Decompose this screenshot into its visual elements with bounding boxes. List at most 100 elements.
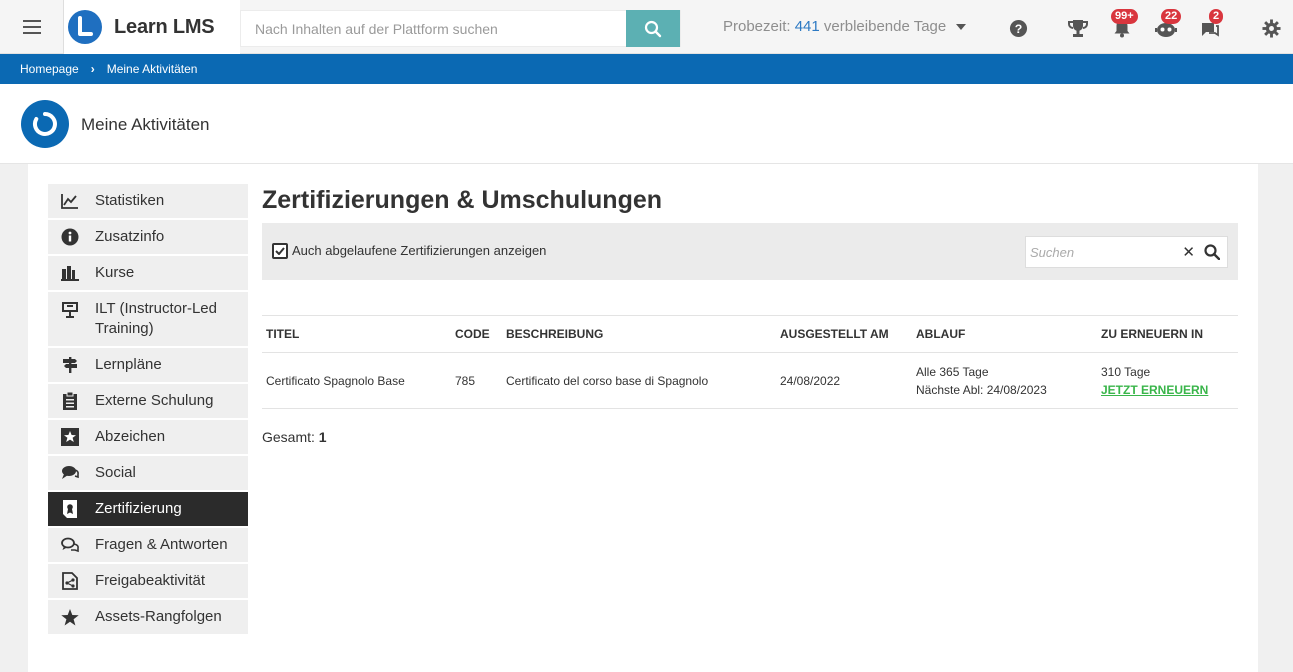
cell-description: Certificato del corso base di Spagnolo [502, 352, 776, 409]
sidebar-item-assets-rangfolgen[interactable]: Assets-Rangfolgen [48, 600, 248, 634]
info-icon [60, 227, 80, 247]
breadcrumb-home[interactable]: Homepage [20, 62, 79, 76]
global-search-button[interactable] [626, 10, 680, 47]
bot-messages-button[interactable]: 22 [1155, 9, 1182, 39]
sidebar-item-freigabeaktivitaet[interactable]: Freigabeaktivität [48, 564, 248, 598]
clipboard-icon [60, 391, 80, 411]
table-row: Certificato Spagnolo Base 785 Certificat… [262, 352, 1238, 409]
app-name: Learn LMS [114, 15, 215, 38]
total-count: Gesamt: 1 [262, 429, 1238, 445]
courses-icon [60, 263, 80, 283]
sidebar-item-kurse[interactable]: Kurse [48, 256, 248, 290]
trophy-button[interactable] [1067, 17, 1089, 39]
brand-logo-icon [68, 10, 102, 44]
settings-button[interactable] [1260, 17, 1282, 39]
expiry-interval: Alle 365 Tage [916, 364, 989, 379]
breadcrumb: Homepage › Meine Aktivitäten [0, 54, 1293, 84]
sidebar-item-label: Social [95, 464, 136, 481]
cell-expiry: Alle 365 Tage Nächste Abl: 24/08/2023 [912, 352, 1097, 409]
notifications-badge: 99+ [1111, 9, 1138, 24]
total-value: 1 [318, 429, 327, 445]
sidebar-item-label: Abzeichen [95, 428, 166, 445]
sidebar-item-zusatzinfo[interactable]: Zusatzinfo [48, 220, 248, 254]
trial-prefix: Probezeit: [723, 18, 791, 35]
sidebar-item-externe-schulung[interactable]: Externe Schulung [48, 384, 248, 418]
renew-in: 310 Tage [1101, 364, 1151, 379]
sidebar-item-social[interactable]: Social [48, 456, 248, 490]
column-header[interactable]: AUSGESTELLT AM [776, 315, 912, 353]
column-header[interactable]: CODE [451, 315, 502, 353]
sidebar-item-label: Zertifizierung [95, 500, 182, 517]
sidebar-item-statistiken[interactable]: Statistiken [48, 184, 248, 218]
global-search-input[interactable] [241, 11, 621, 46]
cell-renew: 310 Tage JETZT ERNEUERN [1097, 352, 1238, 409]
sidebar: Statistiken Zusatzinfo Kurse ILT (Instru… [48, 184, 248, 636]
sidebar-item-label: Externe Schulung [95, 392, 214, 409]
signpost-icon [60, 355, 80, 375]
search-icon[interactable] [1204, 244, 1220, 260]
sidebar-item-label: Kurse [95, 264, 135, 281]
sidebar-item-label: Fragen & Antworten [95, 536, 228, 553]
total-label: Gesamt: [262, 429, 315, 445]
column-header[interactable]: ZU ERNEUERN IN [1097, 315, 1238, 353]
renew-now-link[interactable]: JETZT ERNEUERN [1101, 381, 1234, 399]
chat-button[interactable]: 2 [1199, 9, 1224, 39]
sidebar-item-abzeichen[interactable]: Abzeichen [48, 420, 248, 454]
sidebar-item-lernplaene[interactable]: Lernpläne [48, 348, 248, 382]
breadcrumb-current: Meine Aktivitäten [106, 62, 198, 76]
cell-title: Certificato Spagnolo Base [262, 352, 451, 409]
page-title: Meine Aktivitäten [81, 115, 210, 134]
trial-dropdown[interactable]: Probezeit: 441 verbleibende Tage [723, 18, 967, 35]
content-area: Zertifizierungen & Umschulungen Auch abg… [262, 184, 1238, 445]
page-header: Meine Aktivitäten [0, 84, 1293, 164]
chart-icon [60, 191, 80, 211]
table-search-input[interactable] [1026, 237, 1176, 267]
expired-checkbox[interactable] [272, 243, 288, 259]
certificate-icon [60, 499, 80, 519]
top-header: Learn LMS Probezeit: 441 verbleibende Ta… [0, 0, 1293, 54]
column-header[interactable]: BESCHREIBUNG [502, 315, 776, 353]
table-header-row: TITEL CODE BESCHREIBUNG AUSGESTELLT AM A… [262, 315, 1238, 353]
section-title: Zertifizierungen & Umschulungen [262, 186, 663, 214]
star-icon [60, 607, 80, 627]
caret-down-icon [956, 24, 967, 31]
column-header[interactable]: ABLAUF [912, 315, 1097, 353]
sidebar-item-ilt[interactable]: ILT (Instructor-Led Training) [48, 292, 248, 346]
sidebar-item-label: Freigabeaktivität [95, 572, 206, 589]
chat-bubbles-icon [60, 463, 80, 483]
cell-code: 785 [451, 352, 502, 409]
brand[interactable]: Learn LMS [64, 0, 240, 54]
main-panel: Statistiken Zusatzinfo Kurse ILT (Instru… [28, 164, 1258, 672]
trophy-icon [1068, 19, 1088, 37]
column-header[interactable]: TITEL [262, 315, 451, 353]
bot-messages-badge: 22 [1161, 9, 1182, 24]
sidebar-item-label: ILT (Instructor-Led Training) [95, 300, 217, 337]
search-icon [644, 20, 662, 37]
badge-star-icon [60, 427, 80, 447]
expiry-next: Nächste Abl: 24/08/2023 [916, 382, 1047, 397]
menu-button[interactable] [0, 0, 64, 54]
chat-badge: 2 [1209, 9, 1224, 24]
clear-icon[interactable]: ✕ [1182, 243, 1195, 261]
sidebar-item-label: Statistiken [95, 192, 165, 209]
svg-text:?: ? [1014, 21, 1022, 35]
cell-issued: 24/08/2022 [776, 352, 912, 409]
share-doc-icon [60, 571, 80, 591]
certifications-table: TITEL CODE BESCHREIBUNG AUSGESTELLT AM A… [262, 315, 1238, 409]
activity-icon [21, 100, 69, 148]
filter-bar: Auch abgelaufene Zertifizierungen anzeig… [262, 223, 1238, 280]
presentation-icon [60, 299, 80, 319]
sidebar-item-label: Zusatzinfo [95, 228, 165, 245]
notifications-button[interactable]: 99+ [1111, 9, 1138, 39]
expired-checkbox-label[interactable]: Auch abgelaufene Zertifizierungen anzeig… [292, 243, 546, 258]
sidebar-item-zertifizierung[interactable]: Zertifizierung [48, 492, 248, 526]
global-search [240, 10, 681, 47]
help-button[interactable]: ? [1007, 17, 1029, 39]
sidebar-item-fragen-antworten[interactable]: Fragen & Antworten [48, 528, 248, 562]
sidebar-item-label: Assets-Rangfolgen [95, 608, 222, 625]
checkmark-icon [275, 247, 285, 255]
hamburger-icon [22, 20, 41, 34]
table-search: ✕ [1025, 236, 1228, 268]
trial-suffix: verbleibende Tage [823, 18, 947, 35]
sidebar-item-label: Lernpläne [95, 356, 162, 373]
